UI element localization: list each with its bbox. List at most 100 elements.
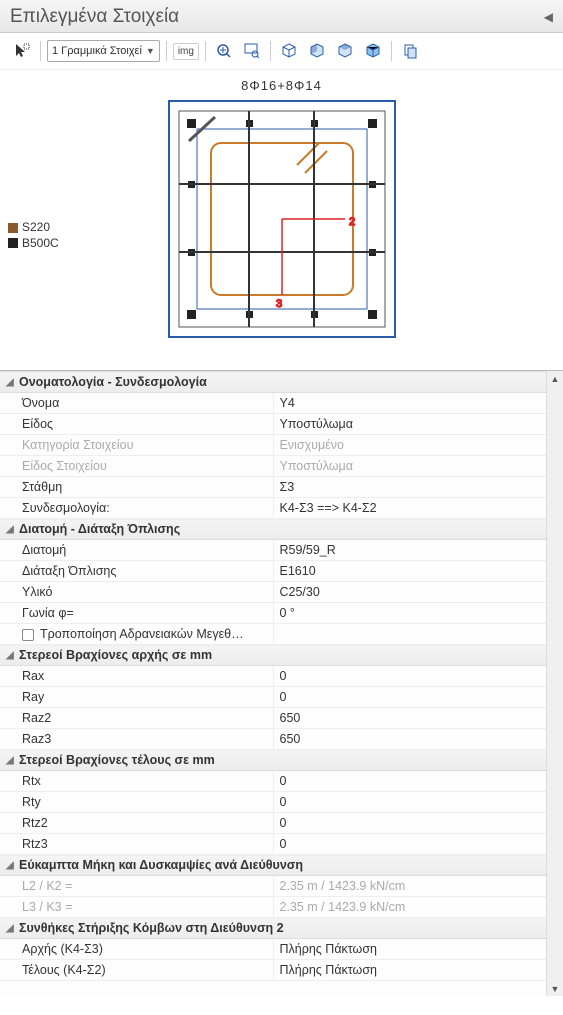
property-value[interactable]: Υποστύλωμα xyxy=(273,456,546,477)
panel-title: Επιλεγμένα Στοιχεία xyxy=(10,6,179,28)
panel-collapse-icon[interactable]: ◀ xyxy=(544,10,553,24)
view-solid-button[interactable] xyxy=(361,39,385,63)
property-value[interactable]: 0 xyxy=(273,792,546,813)
expander-icon[interactable]: ◢ xyxy=(6,525,15,534)
property-row[interactable]: ΔιατομήR59/59_R xyxy=(0,540,546,561)
property-key: Αρχής (K4-Σ3) xyxy=(0,939,273,960)
property-group-header[interactable]: ◢ Εύκαμπτα Μήκη και Δυσκαμψίες ανά Διεύθυ… xyxy=(0,855,546,876)
zoom-extents-button[interactable] xyxy=(212,39,236,63)
property-key: Raz3 xyxy=(0,729,273,750)
property-row[interactable]: Rtz30 xyxy=(0,834,546,855)
property-row[interactable]: ΥλικόC25/30 xyxy=(0,582,546,603)
property-row[interactable]: ΕίδοςΥποστύλωμα xyxy=(0,414,546,435)
scroll-up-icon[interactable]: ▲ xyxy=(548,371,563,386)
zoom-window-button[interactable] xyxy=(240,39,264,63)
property-row[interactable]: ΣτάθμηΣ3 xyxy=(0,477,546,498)
property-row[interactable]: Rtz20 xyxy=(0,813,546,834)
property-key: L2 / K2 = xyxy=(0,876,273,897)
property-value[interactable]: Πλήρης Πάκτωση xyxy=(273,939,546,960)
scrollbar[interactable]: ▲ ▼ xyxy=(546,371,563,996)
property-row[interactable]: Γωνία φ=0 ° xyxy=(0,603,546,624)
checkbox[interactable] xyxy=(22,629,34,641)
property-key: Τροποποίηση Αδρανειακών Μεγεθ… xyxy=(0,624,273,645)
property-value[interactable]: Ενισχυμένο xyxy=(273,435,546,456)
property-value[interactable]: C25/30 xyxy=(273,582,546,603)
property-row[interactable]: Κατηγορία ΣτοιχείουΕνισχυμένο xyxy=(0,435,546,456)
property-group-header[interactable]: ◢Στερεοί Βραχίονες τέλους σε mm xyxy=(0,750,546,771)
property-key: Κατηγορία Στοιχείου xyxy=(0,435,273,456)
property-value[interactable]: 650 xyxy=(273,729,546,750)
copy-button[interactable] xyxy=(398,39,422,63)
view-front-button[interactable] xyxy=(305,39,329,63)
property-value[interactable] xyxy=(273,624,546,645)
property-row[interactable]: Αρχής (K4-Σ3)Πλήρης Πάκτωση xyxy=(0,939,546,960)
property-value[interactable]: 2.35 m / 1423.9 kN/cm xyxy=(273,897,546,918)
element-type-label: 1 Γραμμικά Στοιχεί xyxy=(52,45,142,57)
view-iso-button[interactable] xyxy=(277,39,301,63)
element-type-dropdown[interactable]: 1 Γραμμικά Στοιχεί ▼ xyxy=(47,40,160,62)
property-row[interactable]: Rax0 xyxy=(0,666,546,687)
property-key: Raz2 xyxy=(0,708,273,729)
property-value[interactable]: 2.35 m / 1423.9 kN/cm xyxy=(273,876,546,897)
property-value[interactable]: 0 xyxy=(273,834,546,855)
expander-icon[interactable]: ◢ xyxy=(6,756,15,765)
property-key: Rtx xyxy=(0,771,273,792)
property-key: Rax xyxy=(0,666,273,687)
property-row[interactable]: Ray0 xyxy=(0,687,546,708)
property-key: Γωνία φ= xyxy=(0,603,273,624)
property-row[interactable]: Raz3650 xyxy=(0,729,546,750)
legend-swatch-s220 xyxy=(8,223,18,233)
property-key: Υλικό xyxy=(0,582,273,603)
property-group-header[interactable]: ◢ Συνθήκες Στήριξης Κόμβων στη Διεύθυνση … xyxy=(0,918,546,939)
property-table: ◢Ονοματολογία - ΣυνδεσμολογίαΌνομαΥ4Είδο… xyxy=(0,371,546,981)
group-title: Εύκαμπτα Μήκη και Δυσκαμψίες ανά Διεύθυν… xyxy=(19,858,303,872)
property-key: Όνομα xyxy=(0,393,273,414)
property-value[interactable]: Υποστύλωμα xyxy=(273,414,546,435)
section-title: 8Φ16+8Φ14 xyxy=(0,70,563,93)
property-row[interactable]: Είδος ΣτοιχείουΥποστύλωμα xyxy=(0,456,546,477)
image-mode-button[interactable]: img xyxy=(173,43,199,60)
property-row[interactable]: L3 / K3 =2.35 m / 1423.9 kN/cm xyxy=(0,897,546,918)
property-group-header[interactable]: ◢Διατομή - Διάταξη Όπλισης xyxy=(0,519,546,540)
property-value[interactable]: R59/59_R xyxy=(273,540,546,561)
property-key: Διατομή xyxy=(0,540,273,561)
property-key: Rtz2 xyxy=(0,813,273,834)
property-value[interactable]: K4-Σ3 ==> K4-Σ2 xyxy=(273,498,546,519)
scroll-down-icon[interactable]: ▼ xyxy=(548,981,563,996)
property-key: L3 / K3 = xyxy=(0,897,273,918)
property-group-header[interactable]: ◢Στερεοί Βραχίονες αρχής σε mm xyxy=(0,645,546,666)
property-key: Είδος xyxy=(0,414,273,435)
chevron-down-icon: ▼ xyxy=(146,46,155,56)
view-side-button[interactable] xyxy=(333,39,357,63)
property-value[interactable]: 0 xyxy=(273,771,546,792)
property-value[interactable]: 650 xyxy=(273,708,546,729)
expander-icon[interactable]: ◢ xyxy=(6,378,15,387)
property-row[interactable]: Τροποποίηση Αδρανειακών Μεγεθ… xyxy=(0,624,546,645)
property-row[interactable]: ΌνομαΥ4 xyxy=(0,393,546,414)
property-value[interactable]: 0 ° xyxy=(273,603,546,624)
property-row[interactable]: Rtx0 xyxy=(0,771,546,792)
property-value[interactable]: 0 xyxy=(273,813,546,834)
property-row[interactable]: Raz2650 xyxy=(0,708,546,729)
property-row[interactable]: Συνδεσμολογία:K4-Σ3 ==> K4-Σ2 xyxy=(0,498,546,519)
property-value[interactable]: 0 xyxy=(273,687,546,708)
property-grid: ▲ ▼ ◢Ονοματολογία - ΣυνδεσμολογίαΌνομαΥ4… xyxy=(0,370,563,996)
expander-icon[interactable]: ◢ xyxy=(6,651,15,660)
toolbar: 1 Γραμμικά Στοιχεί ▼ img xyxy=(0,33,563,70)
property-value[interactable]: Υ4 xyxy=(273,393,546,414)
property-row[interactable]: Διάταξη ΌπλισηςE1610 xyxy=(0,561,546,582)
expander-icon[interactable]: ◢ xyxy=(6,861,15,870)
property-group-header[interactable]: ◢Ονοματολογία - Συνδεσμολογία xyxy=(0,372,546,393)
section-preview: 8Φ16+8Φ14 S220 B500C xyxy=(0,70,563,370)
property-value[interactable]: Πλήρης Πάκτωση xyxy=(273,960,546,981)
property-value[interactable]: E1610 xyxy=(273,561,546,582)
property-row[interactable]: L2 / K2 =2.35 m / 1423.9 kN/cm xyxy=(0,876,546,897)
group-title: Συνθήκες Στήριξης Κόμβων στη Διεύθυνση 2 xyxy=(19,921,284,935)
property-value[interactable]: 0 xyxy=(273,666,546,687)
property-value[interactable]: Σ3 xyxy=(273,477,546,498)
select-tool-button[interactable] xyxy=(10,39,34,63)
property-row[interactable]: Τέλους (K4-Σ2)Πλήρης Πάκτωση xyxy=(0,960,546,981)
property-row[interactable]: Rty0 xyxy=(0,792,546,813)
cross-section-diagram: 2 3 xyxy=(167,99,397,339)
expander-icon[interactable]: ◢ xyxy=(6,924,15,933)
